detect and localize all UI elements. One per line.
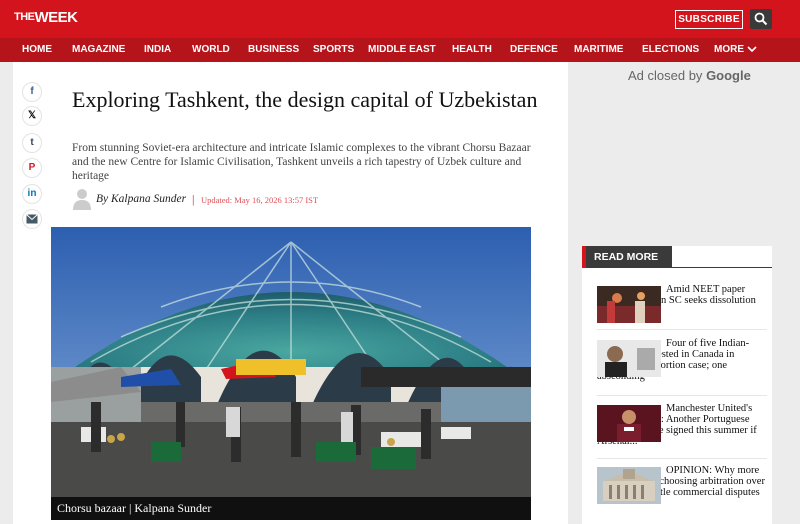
read-more-divider — [597, 329, 767, 330]
nav-item-elections[interactable]: ELECTIONS — [642, 38, 699, 62]
email-share-icon[interactable] — [22, 209, 42, 229]
linkedin-share-icon[interactable]: in — [22, 184, 42, 204]
article-dek: From stunning Soviet-era architecture an… — [72, 142, 531, 182]
nav-item-home[interactable]: HOME — [22, 38, 52, 62]
ad-closed-notice: Ad closed by Google — [628, 68, 751, 83]
site-logo[interactable]: THEWEEK — [14, 9, 78, 26]
search-button[interactable] — [750, 9, 772, 29]
chevron-down-icon — [747, 46, 757, 53]
author-byline[interactable]: By Kalpana Sunder — [96, 193, 186, 205]
byline-separator: | — [192, 192, 195, 206]
nav-item-middle-east[interactable]: MIDDLE EAST — [368, 38, 436, 62]
image-caption: Chorsu bazaar | Kalpana Sunder — [51, 497, 531, 520]
article-title: Exploring Tashkent, the design capital o… — [72, 87, 538, 112]
subscribe-button[interactable]: SUBSCRIBE — [675, 10, 743, 29]
google-wordmark: Google — [706, 68, 751, 83]
tumblr-share-icon[interactable]: t — [22, 133, 42, 153]
ad-closed-text: Ad closed by — [628, 68, 703, 83]
nav-item-maritime[interactable]: MARITIME — [574, 38, 623, 62]
nav-more-button[interactable]: MORE — [714, 38, 757, 62]
read-more-thumbnail — [597, 405, 661, 442]
facebook-share-icon[interactable]: f — [22, 82, 42, 102]
nav-more-label: MORE — [714, 44, 744, 55]
nav-item-defence[interactable]: DEFENCE — [510, 38, 558, 62]
nav-item-sports[interactable]: SPORTS — [313, 38, 354, 62]
main-nav: HOME MAGAZINE INDIA WORLD BUSINESS SPORT… — [0, 38, 800, 62]
nav-item-magazine[interactable]: MAGAZINE — [72, 38, 125, 62]
updated-timestamp: Updated: May 16, 2026 13:57 IST — [201, 195, 319, 205]
email-icon — [26, 214, 38, 224]
nav-item-business[interactable]: BUSINESS — [248, 38, 299, 62]
read-more-thumbnail — [597, 340, 661, 377]
read-more-item[interactable]: Amid NEET paper leak row, plea in SC see… — [597, 284, 765, 323]
nav-item-india[interactable]: INDIA — [144, 38, 171, 62]
read-more-heading: READ MORE — [582, 246, 672, 268]
hero-image-chorsu-bazaar — [51, 227, 531, 520]
nav-item-world[interactable]: WORLD — [192, 38, 230, 62]
nav-item-health[interactable]: HEALTH — [452, 38, 492, 62]
read-more-rule — [672, 267, 772, 268]
search-icon — [754, 12, 768, 26]
read-more-item[interactable]: OPINION: Why more businesses are choosin… — [597, 465, 765, 504]
read-more-thumbnail — [597, 286, 661, 323]
pinterest-share-icon[interactable]: P — [22, 158, 42, 178]
logo-week: WEEK — [34, 9, 79, 26]
logo-the: THE — [14, 11, 35, 23]
top-header-bar: THEWEEK SUBSCRIBE — [0, 0, 800, 38]
author-avatar-icon — [73, 189, 91, 210]
read-more-thumbnail — [597, 467, 661, 504]
x-share-icon[interactable]: 𝕏 — [22, 106, 42, 126]
read-more-divider — [597, 458, 767, 459]
read-more-item[interactable]: Manchester United's new midfielder: Anot… — [597, 403, 765, 447]
read-more-divider — [597, 395, 767, 396]
read-more-item[interactable]: Four of five Indian-origin men arrested … — [597, 338, 765, 382]
